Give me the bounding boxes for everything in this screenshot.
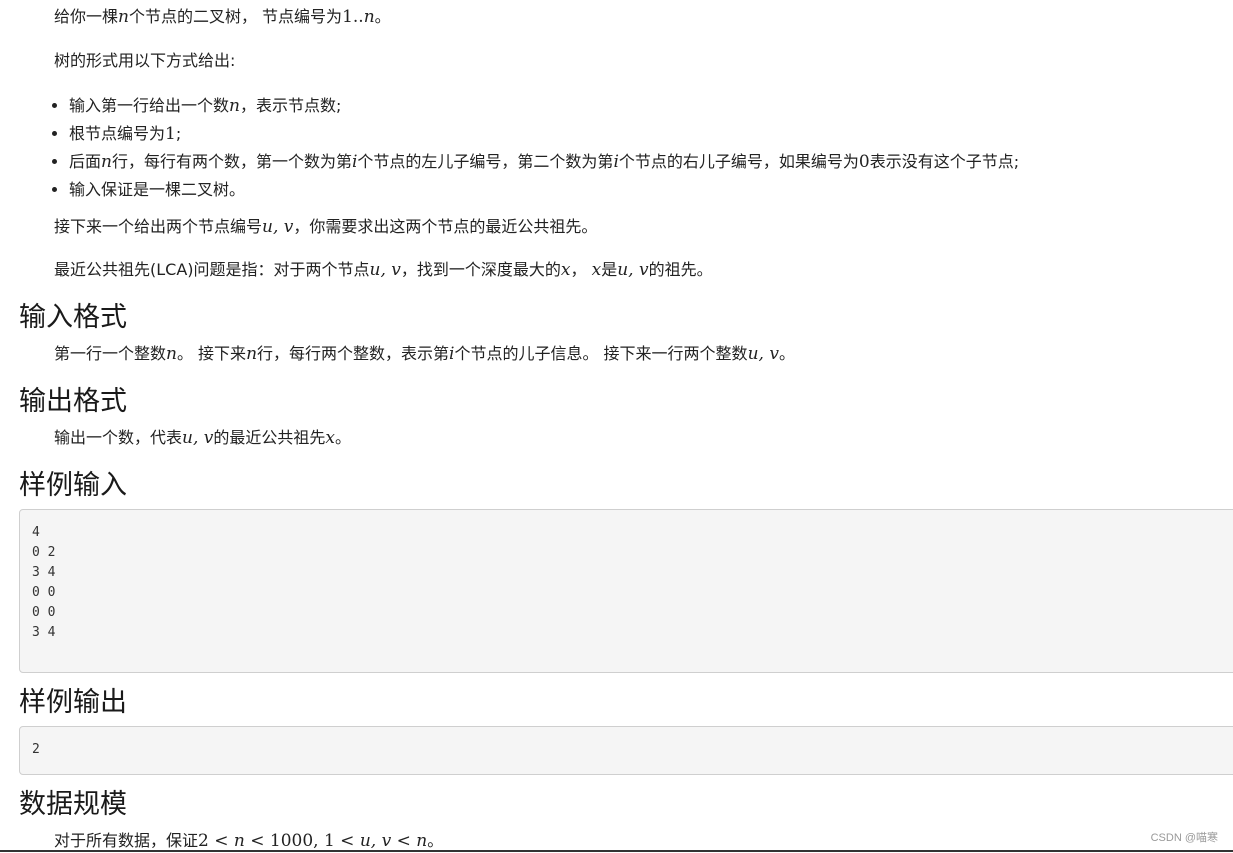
text: ，你需要求出这两个节点的最近公共祖先。 [293,217,598,236]
math-one: 1 [165,124,176,144]
text: 个节点的儿子信息。 接下来一行两个整数 [454,344,748,363]
text: 对于所有数据，保证 [54,831,199,850]
list-item: 输入保证是一棵二叉树。 [69,176,1019,203]
intro-paragraph-2: 树的形式用以下方式给出: [54,51,236,70]
text: 个节点的二叉树， 节点编号为 [128,7,343,26]
math-n: n [229,96,240,116]
text: 行，每行有两个数，第一个数为第 [111,152,352,171]
input-format-text: 第一行一个整数n。 接下来n行，每行两个整数，表示第i个节点的儿子信息。 接下来… [54,343,795,365]
math-uv: u, v [747,344,779,364]
math-uv: u, v [359,831,392,851]
text: ; [175,124,182,143]
text: 接下来一个给出两个节点编号 [54,217,263,236]
text: 第一行一个整数 [54,344,167,363]
math-x: x [560,260,571,280]
math-n: n [416,831,428,851]
text: 表示没有这个子节点; [869,152,1020,171]
text: 输入保证是一棵二叉树。 [69,180,246,199]
text: 给你一棵 [54,7,119,26]
math-n: n [101,152,112,172]
text: 输入第一行给出一个数 [69,96,230,115]
text: 。 [427,831,444,850]
text: 。 接下来 [176,344,247,363]
math-x: x [591,260,602,280]
sample-output-heading: 样例输出 [19,687,127,718]
math-range: 1.. [342,7,364,27]
csdn-watermark: CSDN @喵寒 [1150,832,1218,844]
math-uv: u, v [617,260,649,280]
output-format-heading: 输出格式 [19,386,127,417]
list-item: 输入第一行给出一个数n，表示节点数; [69,92,1019,120]
text: 后面 [69,152,102,171]
input-format-heading: 输入格式 [19,302,127,333]
text: ， [570,260,592,279]
intro-paragraph-1: 给你一棵n个节点的二叉树， 节点编号为1..n。 [54,6,391,28]
math-zero: 0 [858,152,870,172]
text: 。 [778,344,795,363]
math-n: n [233,831,245,851]
data-scale-text: 对于所有数据，保证2 < n < 1000, 1 < u, v < n。 [54,830,443,852]
math-n: n [166,344,177,364]
text: 行，每行两个整数，表示第 [257,344,450,363]
math-uv: u, v [262,217,294,237]
input-rules-list: 输入第一行给出一个数n，表示节点数; 根节点编号为1; 后面n行，每行有两个数，… [48,92,1019,203]
text: ，找到一个深度最大的 [400,260,561,279]
math-n: n [246,344,258,364]
sample-output-code-block[interactable]: 2 [19,726,1233,775]
list-item: 根节点编号为1; [69,120,1019,148]
sample-input-code-block[interactable]: 4 0 2 3 4 0 0 0 0 3 4 [19,509,1233,673]
text: 个节点的右儿子编号，如果编号为 [618,152,859,171]
list-item: 后面n行，每行有两个数，第一个数为第i个节点的左儿子编号，第二个数为第i个节点的… [69,148,1019,176]
sample-input-heading: 样例输入 [19,470,127,501]
text: 的最近公共祖先 [213,428,326,447]
data-scale-heading: 数据规模 [19,789,127,820]
math-uv: u, v [369,260,401,280]
output-format-text: 输出一个数，代表u, v的最近公共祖先x。 [54,427,351,449]
text: 个节点的左儿子编号，第二个数为第 [357,152,614,171]
text: 。 [374,7,391,26]
text: 最近公共祖先(LCA)问题是指：对于两个节点 [54,260,370,279]
intro-paragraph-4: 最近公共祖先(LCA)问题是指：对于两个节点u, v，找到一个深度最大的x， x… [54,259,713,281]
math-formula: 2 < [198,831,234,851]
bottom-divider [0,850,1233,852]
math-x: x [325,428,335,448]
math-uv: u, v [182,428,214,448]
text: 根节点编号为 [69,124,166,143]
math-n: n [118,7,129,27]
math-n: n [363,7,375,27]
math-formula: < 1000, 1 < [244,831,360,851]
text: ，表示节点数; [239,96,342,115]
text: 输出一个数，代表 [54,428,183,447]
math-formula: < [391,831,417,851]
text: 是 [601,260,618,279]
text: 。 [335,428,352,447]
text: 的祖先。 [648,260,713,279]
intro-paragraph-3: 接下来一个给出两个节点编号u, v，你需要求出这两个节点的最近公共祖先。 [54,216,597,238]
